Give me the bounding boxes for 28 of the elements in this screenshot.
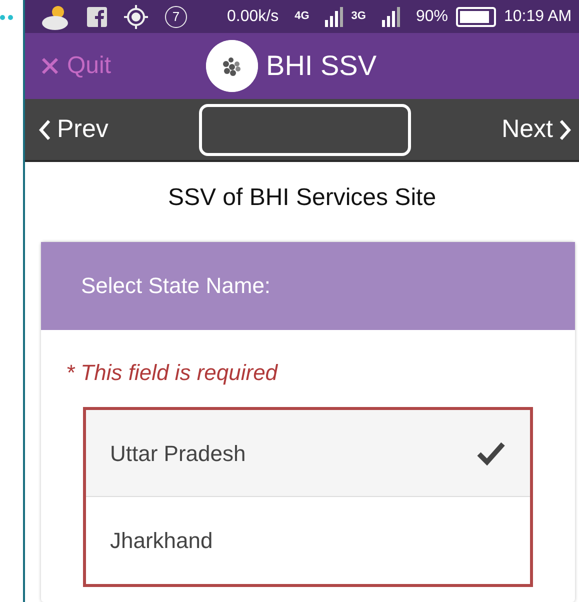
location-icon <box>123 4 149 30</box>
network-type: 4G <box>294 9 310 24</box>
notification-count: 7 <box>165 6 187 28</box>
next-button[interactable]: Next <box>502 110 571 148</box>
network-type: 3G <box>351 9 366 24</box>
page-field[interactable] <box>199 104 411 156</box>
app-title: BHI SSV <box>266 49 376 84</box>
question-label: Select State Name: <box>81 273 271 298</box>
dot-icon <box>0 15 5 20</box>
chevron-right-icon <box>559 118 571 141</box>
signal-icon <box>325 6 344 27</box>
battery-icon <box>456 6 496 27</box>
option-item[interactable]: Jharkhand <box>86 497 530 584</box>
chevron-left-icon <box>39 118 51 141</box>
clock: 10:19 AM <box>504 6 572 27</box>
check-icon <box>476 440 506 466</box>
error-message: * This field is required <box>66 360 278 386</box>
weather-icon <box>41 4 71 30</box>
option-item[interactable]: Uttar Pradesh <box>86 410 530 498</box>
signal-icon <box>382 6 400 27</box>
battery-percent: 90% <box>416 6 448 27</box>
prev-button[interactable]: Prev <box>39 110 108 148</box>
page-title: SSV of BHI Services Site <box>168 184 436 212</box>
network-speed: 0.00k/s <box>227 6 279 27</box>
facebook-icon <box>87 6 107 27</box>
logo-icon <box>206 40 258 92</box>
dot-icon <box>8 15 13 20</box>
close-icon <box>41 57 59 76</box>
